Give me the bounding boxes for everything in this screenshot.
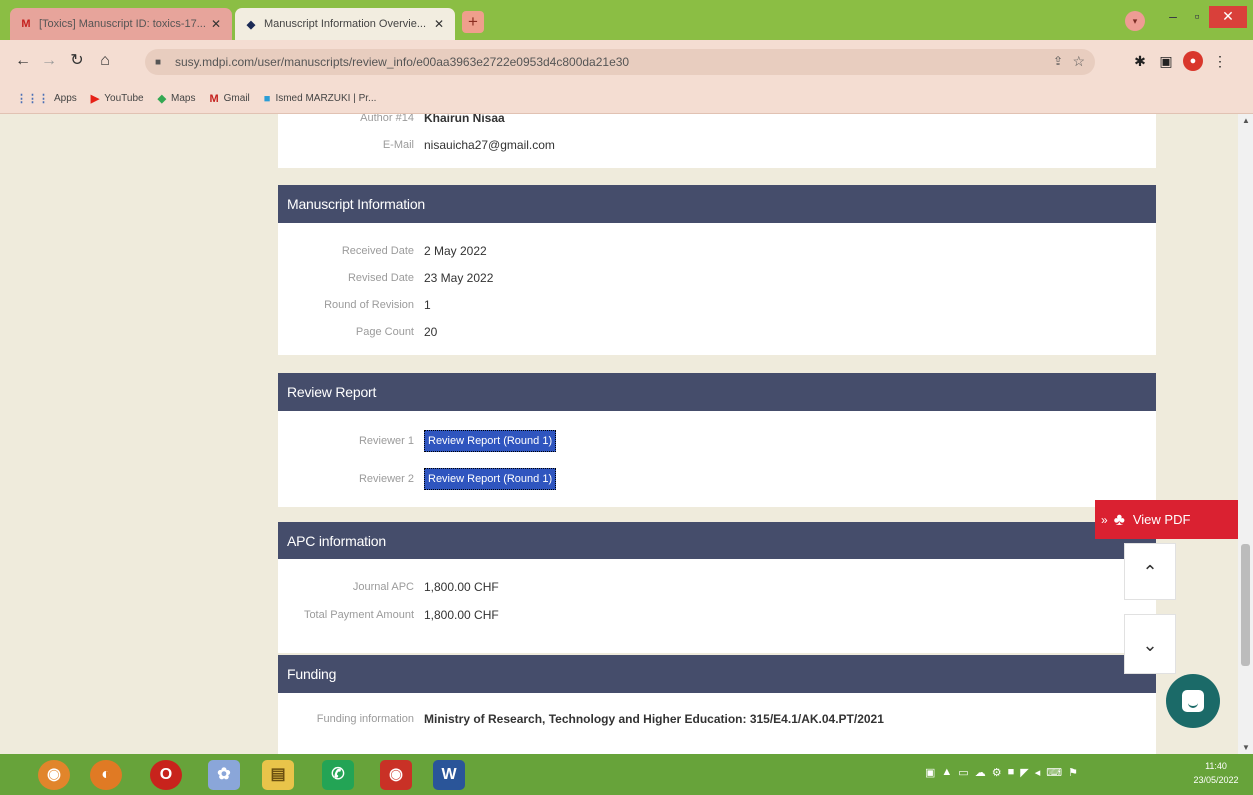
double-chevron-icon: » xyxy=(1101,512,1108,527)
security-icon[interactable]: ⚙ xyxy=(992,766,1002,779)
tab-search-icon[interactable]: ▾ xyxy=(1125,11,1145,31)
scroll-up-button[interactable]: ⌃ xyxy=(1124,543,1176,600)
home-icon[interactable]: ⌂ xyxy=(94,50,116,72)
review-report-header: Review Report xyxy=(278,373,1156,411)
scroll-down-arrow-icon[interactable]: ▼ xyxy=(1242,743,1250,752)
bookmark-profile[interactable]: ■ Ismed MARZUKI | Pr... xyxy=(264,93,377,105)
total-payment-row: Total Payment Amount 1,800.00 CHF xyxy=(303,608,499,622)
youtube-icon: ▶ xyxy=(90,93,100,105)
bookmarks-bar: ⋮⋮⋮ Apps ▶ YouTube ◆ Maps M Gmail ■ Isme… xyxy=(0,84,1253,114)
file-explorer-taskbar-icon[interactable]: ▤ xyxy=(262,760,294,790)
windows-taskbar: ◉ ◐ O ✿ ▤ ✆ ◉ W ▣ ▲ ▭ ☁ ⚙ ■ ◤ ◂ ⌨ ⚑ 11:4… xyxy=(0,754,1253,795)
browser-toolbar: ← → ↻ ⌂ ■ susy.mdpi.com/user/manuscripts… xyxy=(0,40,1253,84)
bookmark-maps[interactable]: ◆ Maps xyxy=(158,92,196,105)
whatsapp-taskbar-icon[interactable]: ✆ xyxy=(322,760,354,790)
bookmark-apps[interactable]: ⋮⋮⋮ Apps xyxy=(16,92,77,105)
wifi-icon[interactable]: ◤ xyxy=(1020,766,1028,779)
review-report-link-reviewer-1[interactable]: Review Report (Round 1) xyxy=(424,430,557,452)
new-tab-button[interactable]: + xyxy=(462,11,484,33)
firefox-taskbar-icon[interactable]: ◐ xyxy=(90,760,122,790)
grid-icon: ⋮⋮⋮ xyxy=(16,93,49,105)
scroll-up-arrow-icon[interactable]: ▲ xyxy=(1242,116,1250,125)
gmail-icon: M xyxy=(209,92,219,105)
extensions-icon[interactable]: ✱ xyxy=(1130,51,1150,71)
funding-header: Funding xyxy=(278,655,1156,693)
app-icon[interactable]: ■ xyxy=(1008,766,1015,779)
profile-icon: ■ xyxy=(263,92,271,105)
apc-information-body: Journal APC 1,800.00 CHF Total Payment A… xyxy=(278,559,1156,653)
close-window-icon[interactable]: ✕ xyxy=(1209,6,1247,28)
review-report-link-reviewer-2[interactable]: Review Report (Round 1) xyxy=(424,468,557,490)
scroll-down-button[interactable]: ⌄ xyxy=(1124,614,1176,674)
gmail-favicon-icon: M xyxy=(21,18,31,30)
tab-title: Manuscript Information Overvie... xyxy=(264,18,427,30)
author-name-row: Author #14 Khairun Nisaa xyxy=(360,114,505,125)
chat-support-button[interactable] xyxy=(1166,674,1220,728)
profile-avatar-icon[interactable]: ● xyxy=(1183,51,1203,71)
chat-bubble-icon xyxy=(1182,690,1204,712)
maps-icon: ◆ xyxy=(157,93,167,105)
network-icon[interactable]: ▣ xyxy=(925,766,935,779)
mdpi-favicon-icon: ◆ xyxy=(246,18,256,31)
chrome-active-taskbar-icon[interactable]: ◉ xyxy=(380,760,412,790)
flag-icon[interactable]: ⚑ xyxy=(1068,766,1078,779)
address-bar[interactable]: ■ susy.mdpi.com/user/manuscripts/review_… xyxy=(145,49,1095,75)
restore-icon[interactable]: ▫ xyxy=(1186,6,1208,28)
funding-body: Funding information Ministry of Research… xyxy=(278,693,1156,754)
manuscript-information-header: Manuscript Information xyxy=(278,185,1156,223)
tab-title: [Toxics] Manuscript ID: toxics-17... xyxy=(39,18,206,30)
bookmark-star-icon[interactable]: ☆ xyxy=(1072,53,1085,70)
tab-manuscript-information[interactable]: ◆ Manuscript Information Overvie... ✕ xyxy=(235,8,455,40)
review-report-body: Reviewer 1 Review Report (Round 1) Revie… xyxy=(278,411,1156,507)
cloud-icon[interactable]: ☁ xyxy=(975,766,986,779)
page-count-row: Page Count 20 xyxy=(355,325,438,339)
battery-icon[interactable]: ▭ xyxy=(958,766,968,779)
volume-icon[interactable]: ◂ xyxy=(1035,766,1041,779)
opera-taskbar-icon[interactable]: O xyxy=(150,760,182,790)
author-email-row: E-Mail nisauicha27@gmail.com xyxy=(382,138,555,152)
forward-arrow-icon[interactable]: → xyxy=(38,50,60,72)
chevron-up-icon: ⌃ xyxy=(1142,562,1158,582)
menu-kebab-icon[interactable]: ⋮ xyxy=(1210,51,1230,71)
side-panel-icon[interactable]: ▣ xyxy=(1156,51,1176,71)
minimize-icon[interactable]: – xyxy=(1160,6,1186,28)
share-icon[interactable]: ⇪ xyxy=(1053,54,1063,68)
back-arrow-icon[interactable]: ← xyxy=(12,50,34,72)
bookmark-gmail[interactable]: M Gmail xyxy=(209,93,249,105)
close-tab-icon[interactable]: ✕ xyxy=(432,17,446,31)
chevron-down-icon: ⌄ xyxy=(1142,635,1158,655)
tab-strip: M [Toxics] Manuscript ID: toxics-17... ✕… xyxy=(0,0,1253,40)
revised-date-row: Revised Date 23 May 2022 xyxy=(347,271,494,285)
word-taskbar-icon[interactable]: W xyxy=(433,760,465,790)
received-date-row: Received Date 2 May 2022 xyxy=(341,244,487,258)
round-of-revision-row: Round of Revision 1 xyxy=(324,298,431,312)
apc-information-header: APC information xyxy=(278,522,1156,559)
close-tab-icon[interactable]: ✕ xyxy=(209,17,223,31)
keyboard-icon[interactable]: ⌨ xyxy=(1046,766,1062,779)
lock-icon: ■ xyxy=(155,56,162,68)
page-viewport: Author #14 Khairun Nisaa E-Mail nisauich… xyxy=(0,114,1238,754)
page-scrollbar[interactable]: ▲ ▼ xyxy=(1238,114,1253,754)
notification-icon[interactable]: ▲ xyxy=(941,766,952,779)
chrome-taskbar-icon[interactable]: ◉ xyxy=(38,760,70,790)
system-tray: ▣ ▲ ▭ ☁ ⚙ ■ ◤ ◂ ⌨ ⚑ xyxy=(925,766,1078,779)
researchgate-people-icon: ♣ xyxy=(1113,509,1125,529)
taskbar-clock[interactable]: 11:40 23/05/2022 xyxy=(1180,759,1252,787)
scrollbar-thumb[interactable] xyxy=(1241,544,1250,666)
author-card: Author #14 Khairun Nisaa E-Mail nisauich… xyxy=(278,114,1156,168)
reviewer-1-row: Reviewer 1 Review Report (Round 1) xyxy=(278,430,1156,452)
url-text: susy.mdpi.com/user/manuscripts/review_in… xyxy=(175,55,630,69)
paint-taskbar-icon[interactable]: ✿ xyxy=(208,760,240,790)
journal-apc-row: Journal APC 1,800.00 CHF xyxy=(352,580,499,594)
view-pdf-button[interactable]: » ♣ View PDF xyxy=(1095,500,1238,539)
funding-information-row: Funding information Ministry of Research… xyxy=(316,712,884,726)
tab-toxics-manuscript[interactable]: M [Toxics] Manuscript ID: toxics-17... ✕ xyxy=(10,8,232,40)
manuscript-information-body: Received Date 2 May 2022 Revised Date 23… xyxy=(278,223,1156,355)
bookmark-youtube[interactable]: ▶ YouTube xyxy=(91,92,144,105)
reviewer-2-row: Reviewer 2 Review Report (Round 1) xyxy=(278,468,1156,490)
reload-icon[interactable]: ↻ xyxy=(66,50,88,72)
